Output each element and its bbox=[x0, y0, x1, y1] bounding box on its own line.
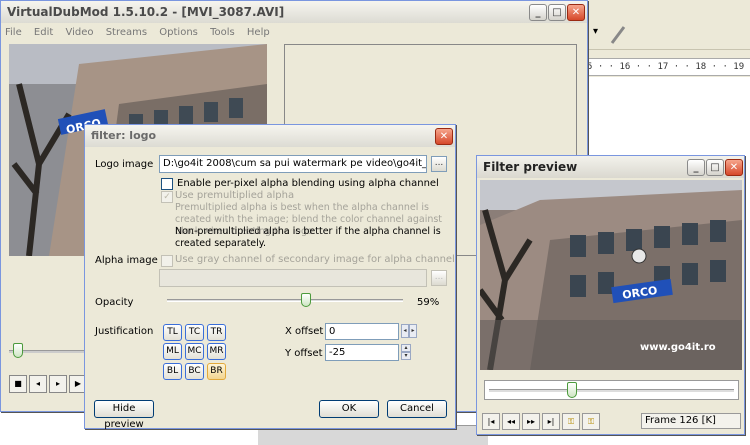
opacity-thumb[interactable] bbox=[301, 293, 312, 307]
justify-bl-button[interactable]: BL bbox=[163, 363, 182, 380]
transport-controls: ■ ◂ ▸ ▶ bbox=[9, 375, 89, 395]
opacity-label: Opacity bbox=[95, 297, 134, 308]
x-offset-left-icon[interactable]: ◂ bbox=[401, 324, 409, 338]
menu-video[interactable]: Video bbox=[65, 27, 93, 38]
ok-button[interactable]: OK bbox=[319, 400, 379, 418]
menu-help[interactable]: Help bbox=[247, 27, 270, 38]
menu-tools[interactable]: Tools bbox=[210, 27, 235, 38]
gray-channel-label: Use gray channel of secondary image for … bbox=[175, 254, 455, 265]
prev-frame-icon[interactable]: ◂ bbox=[29, 375, 47, 393]
justify-mc-button[interactable]: MC bbox=[185, 343, 204, 360]
x-offset-field[interactable]: 0 bbox=[325, 323, 399, 340]
menu-edit[interactable]: Edit bbox=[34, 27, 53, 38]
alpha-image-label: Alpha image bbox=[95, 255, 158, 266]
logo-browse-button[interactable]: ... bbox=[431, 156, 447, 172]
justify-tr-button[interactable]: TR bbox=[207, 324, 226, 341]
position-slider[interactable] bbox=[9, 340, 89, 365]
justify-br-button[interactable]: BR bbox=[207, 363, 226, 380]
window-title: VirtualDubMod 1.5.10.2 - [MVI_3087.AVI] bbox=[1, 1, 587, 23]
preview-video-pane: ORCO www.go4it.ro bbox=[480, 180, 742, 370]
preview-position-thumb[interactable] bbox=[567, 382, 578, 398]
pen-icon[interactable] bbox=[609, 24, 629, 46]
menu-file[interactable]: File bbox=[5, 27, 22, 38]
ruler: 5 · · 16 · · 17 · · 18 · · 19 bbox=[585, 58, 750, 76]
clock-icon bbox=[631, 248, 647, 264]
filter-logo-dialog: filter: logo ✕ Logo image D:\go4it 2008\… bbox=[84, 124, 456, 430]
cancel-button[interactable]: Cancel bbox=[387, 400, 447, 418]
hide-preview-button[interactable]: Hide preview bbox=[94, 400, 154, 430]
background-toolbar: ▾ bbox=[585, 20, 750, 50]
alpha-browse-button[interactable]: ... bbox=[431, 270, 447, 286]
menu-bar: File Edit Video Streams Options Tools He… bbox=[5, 25, 279, 41]
preview-maximize-button[interactable]: □ bbox=[706, 159, 724, 176]
frame-indicator: Frame 126 [K] bbox=[641, 413, 741, 429]
justify-tl-button[interactable]: TL bbox=[163, 324, 182, 341]
next-keyframe-icon[interactable]: ▸▸ bbox=[522, 413, 540, 430]
opacity-value: 59% bbox=[417, 297, 440, 308]
y-offset-down-icon[interactable]: ▾ bbox=[401, 352, 411, 360]
preview-position-slider[interactable] bbox=[484, 380, 739, 400]
minimize-button[interactable]: _ bbox=[529, 4, 547, 21]
key-next-icon[interactable]: ⚿ bbox=[582, 413, 600, 430]
position-thumb[interactable] bbox=[13, 343, 23, 358]
go-end-icon[interactable]: ▸| bbox=[542, 413, 560, 430]
watermark-text: www.go4it.ro bbox=[640, 342, 716, 353]
stop-icon[interactable]: ■ bbox=[9, 375, 27, 393]
premultiplied-checkbox[interactable]: ✓ bbox=[161, 191, 173, 203]
preview-minimize-button[interactable]: _ bbox=[687, 159, 705, 176]
y-offset-label: Y offset bbox=[285, 348, 323, 359]
y-offset-field[interactable]: -25 bbox=[325, 344, 399, 361]
dialog-title: filter: logo bbox=[85, 125, 455, 147]
menu-options[interactable]: Options bbox=[159, 27, 198, 38]
enable-alpha-checkbox[interactable] bbox=[161, 178, 173, 190]
x-offset-right-icon[interactable]: ▸ bbox=[409, 324, 417, 338]
go-start-icon[interactable]: |◂ bbox=[482, 413, 500, 430]
preview-close-button[interactable]: ✕ bbox=[725, 159, 743, 176]
enable-alpha-label: Enable per-pixel alpha blending using al… bbox=[177, 178, 439, 189]
premultiplied-label: Use premultiplied alpha bbox=[175, 190, 295, 201]
prev-keyframe-icon[interactable]: ◂◂ bbox=[502, 413, 520, 430]
justify-bc-button[interactable]: BC bbox=[185, 363, 204, 380]
next-frame-icon[interactable]: ▸ bbox=[49, 375, 67, 393]
x-offset-label: X offset bbox=[285, 326, 324, 337]
dropdown-arrow-icon[interactable]: ▾ bbox=[593, 26, 598, 37]
logo-image-label: Logo image bbox=[95, 159, 154, 170]
justify-mr-button[interactable]: MR bbox=[207, 343, 226, 360]
dialog-close-button[interactable]: ✕ bbox=[435, 128, 453, 145]
preview-video-frame: ORCO www.go4it.ro bbox=[480, 180, 742, 370]
menu-streams[interactable]: Streams bbox=[106, 27, 147, 38]
alpha-image-field[interactable] bbox=[159, 269, 427, 287]
gray-channel-checkbox[interactable] bbox=[161, 255, 173, 267]
justify-ml-button[interactable]: ML bbox=[163, 343, 182, 360]
justification-label: Justification bbox=[95, 326, 154, 337]
close-button[interactable]: ✕ bbox=[567, 4, 585, 21]
justify-tc-button[interactable]: TC bbox=[185, 324, 204, 341]
non-premultiplied-help: Non-premultiplied alpha is better if the… bbox=[175, 226, 441, 249]
opacity-slider[interactable] bbox=[167, 299, 403, 302]
logo-image-field[interactable]: D:\go4it 2008\cum sa pui watermark pe vi… bbox=[159, 155, 427, 173]
key-prev-icon[interactable]: ⚿ bbox=[562, 413, 580, 430]
y-offset-up-icon[interactable]: ▴ bbox=[401, 344, 411, 352]
maximize-button[interactable]: □ bbox=[548, 4, 566, 21]
